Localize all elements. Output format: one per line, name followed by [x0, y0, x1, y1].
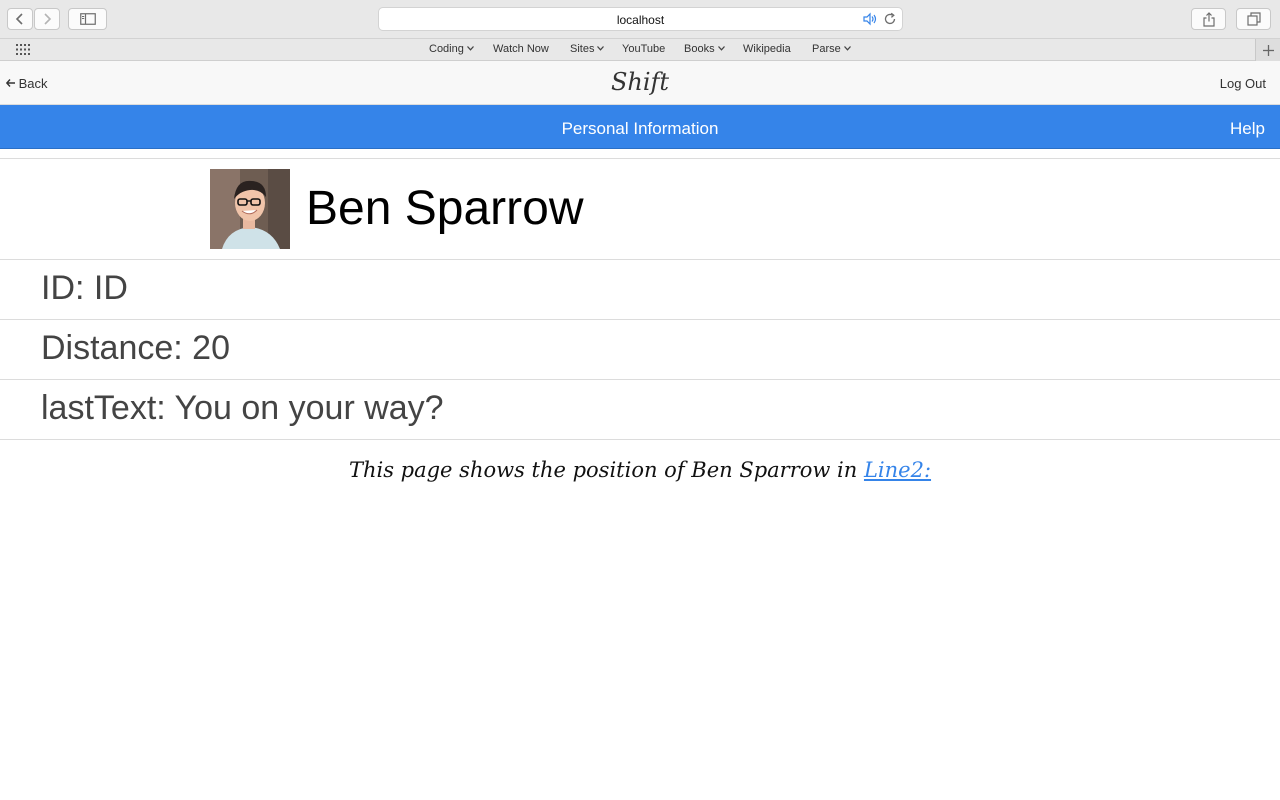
bookmarks-bar: Coding Watch Now Sites YouTube Books Wik… — [0, 38, 1280, 61]
bookmark-label: Sites — [570, 43, 595, 55]
app-header: Back Shift Log Out — [0, 61, 1280, 105]
logout-button[interactable]: Log Out — [1220, 76, 1266, 91]
bookmark-coding[interactable]: Coding — [429, 43, 474, 55]
new-tab-button[interactable] — [1255, 39, 1280, 61]
sidebar-toggle-button[interactable] — [68, 8, 107, 30]
bookmark-parse[interactable]: Parse — [812, 43, 851, 55]
profile-name: Ben Sparrow — [306, 182, 584, 235]
show-tabs-button[interactable] — [1236, 8, 1271, 30]
share-icon — [1202, 11, 1215, 27]
url-text: localhost — [616, 13, 665, 27]
footer-note: This page shows the position of Ben Spar… — [0, 458, 1280, 482]
last-text-row: lastText: You on your way? — [0, 380, 1280, 440]
id-row: ID: ID — [0, 260, 1280, 320]
chevron-down-icon — [717, 46, 725, 51]
bookmark-watch-now[interactable]: Watch Now — [493, 43, 549, 55]
tabs-icon — [1246, 12, 1261, 26]
bookmark-label: Wikipedia — [743, 43, 791, 55]
browser-back-button[interactable] — [7, 8, 33, 30]
bookmark-wikipedia[interactable]: Wikipedia — [743, 43, 791, 55]
address-bar[interactable]: localhost — [378, 7, 903, 31]
profile-row: Ben Sparrow — [0, 158, 1280, 260]
bookmark-label: Parse — [812, 43, 841, 55]
avatar — [210, 169, 290, 249]
bookmark-label: Books — [684, 43, 715, 55]
chevron-down-icon — [466, 46, 474, 51]
chevron-right-icon — [44, 13, 52, 25]
bookmark-youtube[interactable]: YouTube — [622, 43, 665, 55]
id-text: ID: ID — [41, 269, 128, 307]
line-link[interactable]: Line2: — [864, 458, 931, 482]
bookmark-books[interactable]: Books — [684, 43, 725, 55]
footer-text: This page shows the position of Ben Spar… — [348, 458, 864, 482]
last-text: lastText: You on your way? — [41, 389, 444, 427]
profile-photo — [210, 169, 290, 249]
browser-toolbar: localhost — [0, 0, 1280, 38]
grid-icon[interactable] — [16, 44, 30, 55]
bookmark-sites[interactable]: Sites — [570, 43, 605, 55]
bookmark-label: YouTube — [622, 43, 666, 55]
brand-logo: Shift — [610, 68, 670, 96]
reload-icon[interactable] — [883, 12, 897, 26]
bookmark-label: Watch Now — [493, 43, 549, 55]
speaker-icon[interactable] — [862, 12, 878, 26]
page-nav-bar: Personal Information Help — [0, 105, 1280, 149]
browser-forward-button[interactable] — [34, 8, 60, 30]
chevron-down-icon — [843, 46, 851, 51]
bookmark-label: Coding — [429, 43, 464, 55]
plus-icon — [1262, 44, 1274, 56]
chevron-left-icon — [15, 13, 23, 25]
sidebar-icon — [79, 13, 96, 25]
distance-row: Distance: 20 — [0, 320, 1280, 380]
help-button[interactable]: Help — [1230, 119, 1265, 139]
distance-text: Distance: 20 — [41, 329, 230, 367]
chevron-down-icon — [597, 46, 605, 51]
page-title: Personal Information — [561, 119, 719, 138]
share-button[interactable] — [1191, 8, 1226, 30]
